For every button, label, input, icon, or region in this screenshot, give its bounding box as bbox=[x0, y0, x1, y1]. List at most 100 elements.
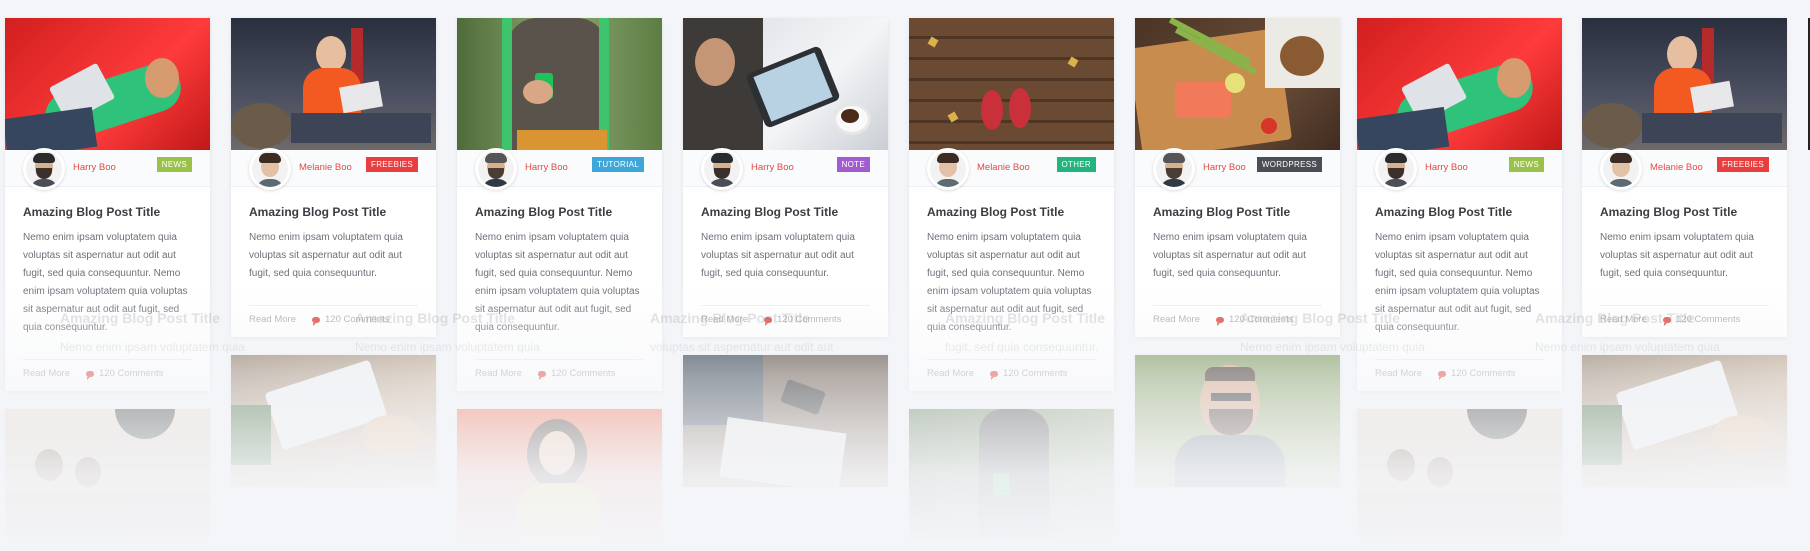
post-image[interactable] bbox=[1357, 409, 1562, 541]
author-name[interactable]: Melanie Boo bbox=[977, 162, 1030, 173]
blog-card[interactable]: Harry Boo TUTORIAL Amazing Blog Post Tit… bbox=[457, 18, 662, 391]
post-title[interactable]: Amazing Blog Post Title bbox=[927, 205, 1096, 219]
post-title[interactable]: Amazing Blog Post Title bbox=[1375, 205, 1544, 219]
post-image[interactable] bbox=[231, 18, 436, 150]
post-image[interactable] bbox=[457, 18, 662, 150]
author-avatar[interactable] bbox=[249, 148, 291, 190]
comment-count[interactable]: 120 Comments bbox=[99, 368, 163, 379]
blog-card[interactable]: Melanie Boo OTHER Amazing Blog Post Titl… bbox=[909, 18, 1114, 391]
blog-card[interactable]: Harry Boo WORDPRESS Amazing Blog Post Ti… bbox=[1135, 18, 1340, 337]
author-avatar[interactable] bbox=[475, 148, 517, 190]
blog-card[interactable] bbox=[231, 355, 436, 487]
column-8: Melanie Boo FREEBIES Amazing Blog Post T… bbox=[1582, 18, 1787, 505]
category-badge[interactable]: NOTE bbox=[836, 157, 870, 172]
post-image[interactable] bbox=[1582, 18, 1787, 150]
author-avatar[interactable] bbox=[1153, 148, 1195, 190]
post-title[interactable]: Amazing Blog Post Title bbox=[23, 205, 192, 219]
post-image[interactable] bbox=[683, 18, 888, 150]
post-excerpt: Nemo enim ipsam voluptatem quia voluptas… bbox=[1375, 232, 1540, 333]
author-name[interactable]: Harry Boo bbox=[1203, 162, 1246, 173]
post-excerpt: Nemo enim ipsam voluptatem quia voluptas… bbox=[1600, 232, 1754, 279]
post-title[interactable]: Amazing Blog Post Title bbox=[475, 205, 644, 219]
author-avatar[interactable] bbox=[1600, 148, 1642, 190]
read-more-link[interactable]: Read More bbox=[1375, 368, 1422, 379]
author-name[interactable]: Harry Boo bbox=[1425, 162, 1468, 173]
blog-card[interactable]: Harry Boo NEWS Amazing Blog Post Title N… bbox=[5, 18, 210, 391]
category-badge[interactable]: WORDPRESS bbox=[1256, 157, 1322, 172]
post-meta: Harry Boo NOTE bbox=[683, 148, 888, 190]
post-footer: Read More 120 Comments bbox=[927, 359, 1096, 391]
author-name[interactable]: Melanie Boo bbox=[1650, 162, 1703, 173]
blog-card[interactable] bbox=[457, 409, 662, 541]
category-badge[interactable]: FREEBIES bbox=[1717, 157, 1769, 172]
post-meta: Harry Boo TUTORIAL bbox=[457, 148, 662, 190]
blog-card[interactable] bbox=[5, 409, 210, 541]
comment-icon bbox=[312, 316, 320, 326]
post-footer: Read More 120 Comments bbox=[475, 359, 644, 391]
post-image[interactable] bbox=[5, 18, 210, 150]
author-avatar[interactable] bbox=[1375, 148, 1417, 190]
author-avatar[interactable] bbox=[701, 148, 743, 190]
blog-grid: Harry Boo NEWS Amazing Blog Post Title N… bbox=[0, 0, 1810, 551]
ghost-title: Amazing Blog Post Title bbox=[1535, 310, 1695, 326]
post-image[interactable] bbox=[1582, 355, 1787, 487]
blog-card[interactable] bbox=[683, 355, 888, 487]
post-image[interactable] bbox=[909, 409, 1114, 541]
author-avatar[interactable] bbox=[927, 148, 969, 190]
comment-icon bbox=[1438, 370, 1446, 380]
read-more-link[interactable]: Read More bbox=[1153, 314, 1200, 325]
category-badge[interactable]: NEWS bbox=[156, 157, 192, 172]
category-badge[interactable]: OTHER bbox=[1056, 157, 1096, 172]
post-image[interactable] bbox=[1135, 18, 1340, 150]
read-more-link[interactable]: Read More bbox=[927, 368, 974, 379]
blog-card[interactable] bbox=[1357, 409, 1562, 541]
post-excerpt: Nemo enim ipsam voluptatem quia voluptas… bbox=[249, 232, 403, 279]
read-more-link[interactable]: Read More bbox=[23, 368, 70, 379]
post-image[interactable] bbox=[5, 409, 210, 541]
category-badge[interactable]: TUTORIAL bbox=[592, 157, 644, 172]
ghost-text: Nemo enim ipsam voluptatem quia bbox=[1240, 340, 1425, 354]
post-image[interactable] bbox=[909, 18, 1114, 150]
post-image[interactable] bbox=[683, 355, 888, 487]
post-title[interactable]: Amazing Blog Post Title bbox=[1153, 205, 1322, 219]
author-name[interactable]: Harry Boo bbox=[73, 162, 116, 173]
comment-count[interactable]: 120 Comments bbox=[551, 368, 615, 379]
post-footer: Read More 120 Comments bbox=[23, 359, 192, 391]
blog-card[interactable]: Melanie Boo FREEBIES Amazing Blog Post T… bbox=[1582, 18, 1787, 337]
ghost-title: Amazing Blog Post Title bbox=[650, 310, 810, 326]
post-meta: Harry Boo WORDPRESS bbox=[1135, 148, 1340, 190]
comment-icon bbox=[86, 370, 94, 380]
column-4: Harry Boo NOTE Amazing Blog Post Title N… bbox=[683, 18, 888, 505]
author-avatar[interactable] bbox=[23, 148, 65, 190]
ghost-title: Amazing Blog Post Title bbox=[60, 310, 220, 326]
blog-card[interactable] bbox=[1582, 355, 1787, 487]
read-more-link[interactable]: Read More bbox=[475, 368, 522, 379]
column-7: Harry Boo NEWS Amazing Blog Post Title N… bbox=[1357, 18, 1562, 551]
comment-count[interactable]: 120 Comments bbox=[1003, 368, 1067, 379]
blog-card[interactable]: Harry Boo NEWS Amazing Blog Post Title N… bbox=[1357, 18, 1562, 391]
post-title[interactable]: Amazing Blog Post Title bbox=[701, 205, 870, 219]
comment-icon bbox=[1216, 316, 1224, 326]
category-badge[interactable]: NEWS bbox=[1508, 157, 1544, 172]
post-title[interactable]: Amazing Blog Post Title bbox=[1600, 205, 1769, 219]
category-badge[interactable]: FREEBIES bbox=[366, 157, 418, 172]
column-6: Harry Boo WORDPRESS Amazing Blog Post Ti… bbox=[1135, 18, 1340, 505]
read-more-link[interactable]: Read More bbox=[249, 314, 296, 325]
blog-card[interactable] bbox=[1135, 355, 1340, 487]
ghost-text: Nemo enim ipsam voluptatem quia bbox=[355, 340, 540, 354]
blog-card[interactable]: Melanie Boo FREEBIES Amazing Blog Post T… bbox=[231, 18, 436, 337]
post-image[interactable] bbox=[457, 409, 662, 541]
ghost-title: Amazing Blog Post Title bbox=[1240, 310, 1400, 326]
post-title[interactable]: Amazing Blog Post Title bbox=[249, 205, 418, 219]
post-image[interactable] bbox=[1357, 18, 1562, 150]
blog-card[interactable] bbox=[909, 409, 1114, 541]
comment-count[interactable]: 120 Comments bbox=[1451, 368, 1515, 379]
author-name[interactable]: Harry Boo bbox=[751, 162, 794, 173]
blog-card[interactable]: Harry Boo NOTE Amazing Blog Post Title N… bbox=[683, 18, 888, 337]
column-1: Harry Boo NEWS Amazing Blog Post Title N… bbox=[5, 18, 210, 551]
post-image[interactable] bbox=[1135, 355, 1340, 487]
post-meta: Melanie Boo OTHER bbox=[909, 148, 1114, 190]
author-name[interactable]: Harry Boo bbox=[525, 162, 568, 173]
author-name[interactable]: Melanie Boo bbox=[299, 162, 352, 173]
post-image[interactable] bbox=[231, 355, 436, 487]
